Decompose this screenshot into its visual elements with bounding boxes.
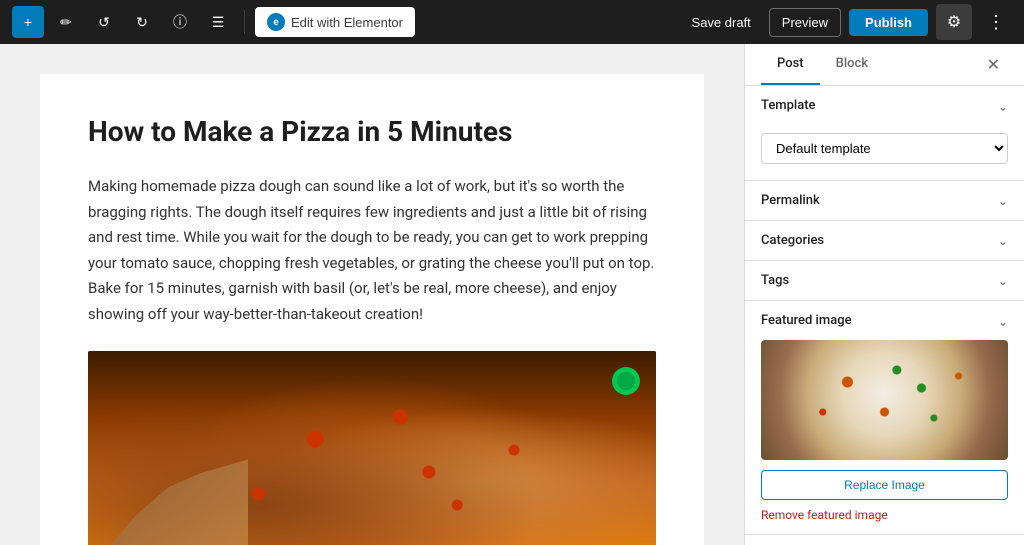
post-image-wrapper — [88, 351, 656, 545]
toolbar: + ✏ ↺ ↻ ⓘ ☰ e Edit with Elementor Save d… — [0, 0, 1024, 44]
more-options-button[interactable]: ⋮ — [980, 6, 1012, 38]
edit-button[interactable]: ✏ — [50, 6, 82, 38]
pizza-thumb-toppings — [761, 340, 1008, 460]
categories-section-label: Categories — [761, 233, 824, 248]
featured-image-thumbnail[interactable] — [761, 340, 1008, 460]
info-icon: ⓘ — [173, 12, 187, 32]
toolbar-separator — [244, 10, 245, 34]
tab-block[interactable]: Block — [820, 44, 884, 85]
main-layout: How to Make a Pizza in 5 Minutes Making … — [0, 44, 1024, 545]
template-section-label: Template — [761, 98, 816, 113]
template-section-header[interactable]: Template ⌃ — [745, 86, 1024, 125]
undo-button[interactable]: ↺ — [88, 6, 120, 38]
add-block-button[interactable]: + — [12, 6, 44, 38]
sidebar-section-featured-image: Featured image ⌃ Replace Image Remove fe… — [745, 301, 1024, 535]
featured-image-container: Replace Image Remove featured image — [745, 340, 1024, 534]
content-area: How to Make a Pizza in 5 Minutes Making … — [0, 44, 744, 545]
post-featured-image[interactable] — [88, 351, 656, 545]
save-draft-button[interactable]: Save draft — [682, 9, 761, 36]
sidebar: Post Block ✕ Template ⌃ Default template… — [744, 44, 1024, 545]
list-view-button[interactable]: ☰ — [202, 6, 234, 38]
editor-wrapper: How to Make a Pizza in 5 Minutes Making … — [40, 74, 704, 545]
template-section-content: Default template Full Width Elementor Ca… — [745, 125, 1024, 180]
sidebar-section-excerpt: Excerpt ⌄ — [745, 535, 1024, 545]
tags-section-label: Tags — [761, 273, 789, 288]
sidebar-section-template: Template ⌃ Default template Full Width E… — [745, 86, 1024, 181]
permalink-section-header[interactable]: Permalink ⌄ — [745, 181, 1024, 220]
categories-section-header[interactable]: Categories ⌄ — [745, 221, 1024, 260]
publish-button[interactable]: Publish — [849, 9, 928, 36]
redo-icon: ↻ — [136, 14, 148, 31]
tags-chevron-icon: ⌄ — [998, 274, 1008, 288]
info-button[interactable]: ⓘ — [164, 6, 196, 38]
sidebar-section-permalink: Permalink ⌄ — [745, 181, 1024, 221]
toolbar-right-actions: Save draft Preview Publish ⚙ ⋮ — [682, 4, 1012, 40]
sidebar-section-tags: Tags ⌄ — [745, 261, 1024, 301]
tags-section-header[interactable]: Tags ⌄ — [745, 261, 1024, 300]
edit-with-elementor-button[interactable]: e Edit with Elementor — [255, 7, 415, 37]
more-icon: ⋮ — [987, 12, 1005, 33]
add-icon: + — [24, 14, 32, 30]
template-chevron-icon: ⌃ — [998, 99, 1008, 113]
undo-icon: ↺ — [98, 14, 110, 31]
sidebar-section-categories: Categories ⌄ — [745, 221, 1024, 261]
permalink-section-label: Permalink — [761, 193, 820, 208]
featured-image-section-header[interactable]: Featured image ⌃ — [745, 301, 1024, 340]
toolbar-left-actions: + ✏ ↺ ↻ ⓘ ☰ e Edit with Elementor — [12, 6, 415, 38]
featured-image-section-label: Featured image — [761, 313, 852, 328]
preview-button[interactable]: Preview — [769, 8, 841, 37]
categories-chevron-icon: ⌄ — [998, 234, 1008, 248]
elementor-button-label: Edit with Elementor — [291, 15, 403, 30]
list-icon: ☰ — [212, 14, 225, 31]
remove-featured-image-link[interactable]: Remove featured image — [761, 508, 1008, 522]
replace-image-button[interactable]: Replace Image — [761, 470, 1008, 500]
permalink-chevron-icon: ⌄ — [998, 194, 1008, 208]
featured-image-chevron-icon: ⌃ — [998, 314, 1008, 328]
redo-button[interactable]: ↻ — [126, 6, 158, 38]
pizza-visual — [88, 351, 656, 545]
settings-button[interactable]: ⚙ — [936, 4, 972, 40]
avatar-inner — [617, 372, 635, 390]
edit-icon: ✏ — [60, 14, 72, 31]
sidebar-close-button[interactable]: ✕ — [979, 44, 1008, 85]
template-select[interactable]: Default template Full Width Elementor Ca… — [761, 133, 1008, 164]
excerpt-section-header[interactable]: Excerpt ⌄ — [745, 535, 1024, 545]
elementor-icon: e — [267, 13, 285, 31]
settings-icon: ⚙ — [947, 12, 961, 32]
post-title[interactable]: How to Make a Pizza in 5 Minutes — [88, 114, 656, 150]
sidebar-tabs: Post Block ✕ — [745, 44, 1024, 86]
tab-post[interactable]: Post — [761, 44, 820, 85]
post-body[interactable]: Making homemade pizza dough can sound li… — [88, 174, 656, 327]
